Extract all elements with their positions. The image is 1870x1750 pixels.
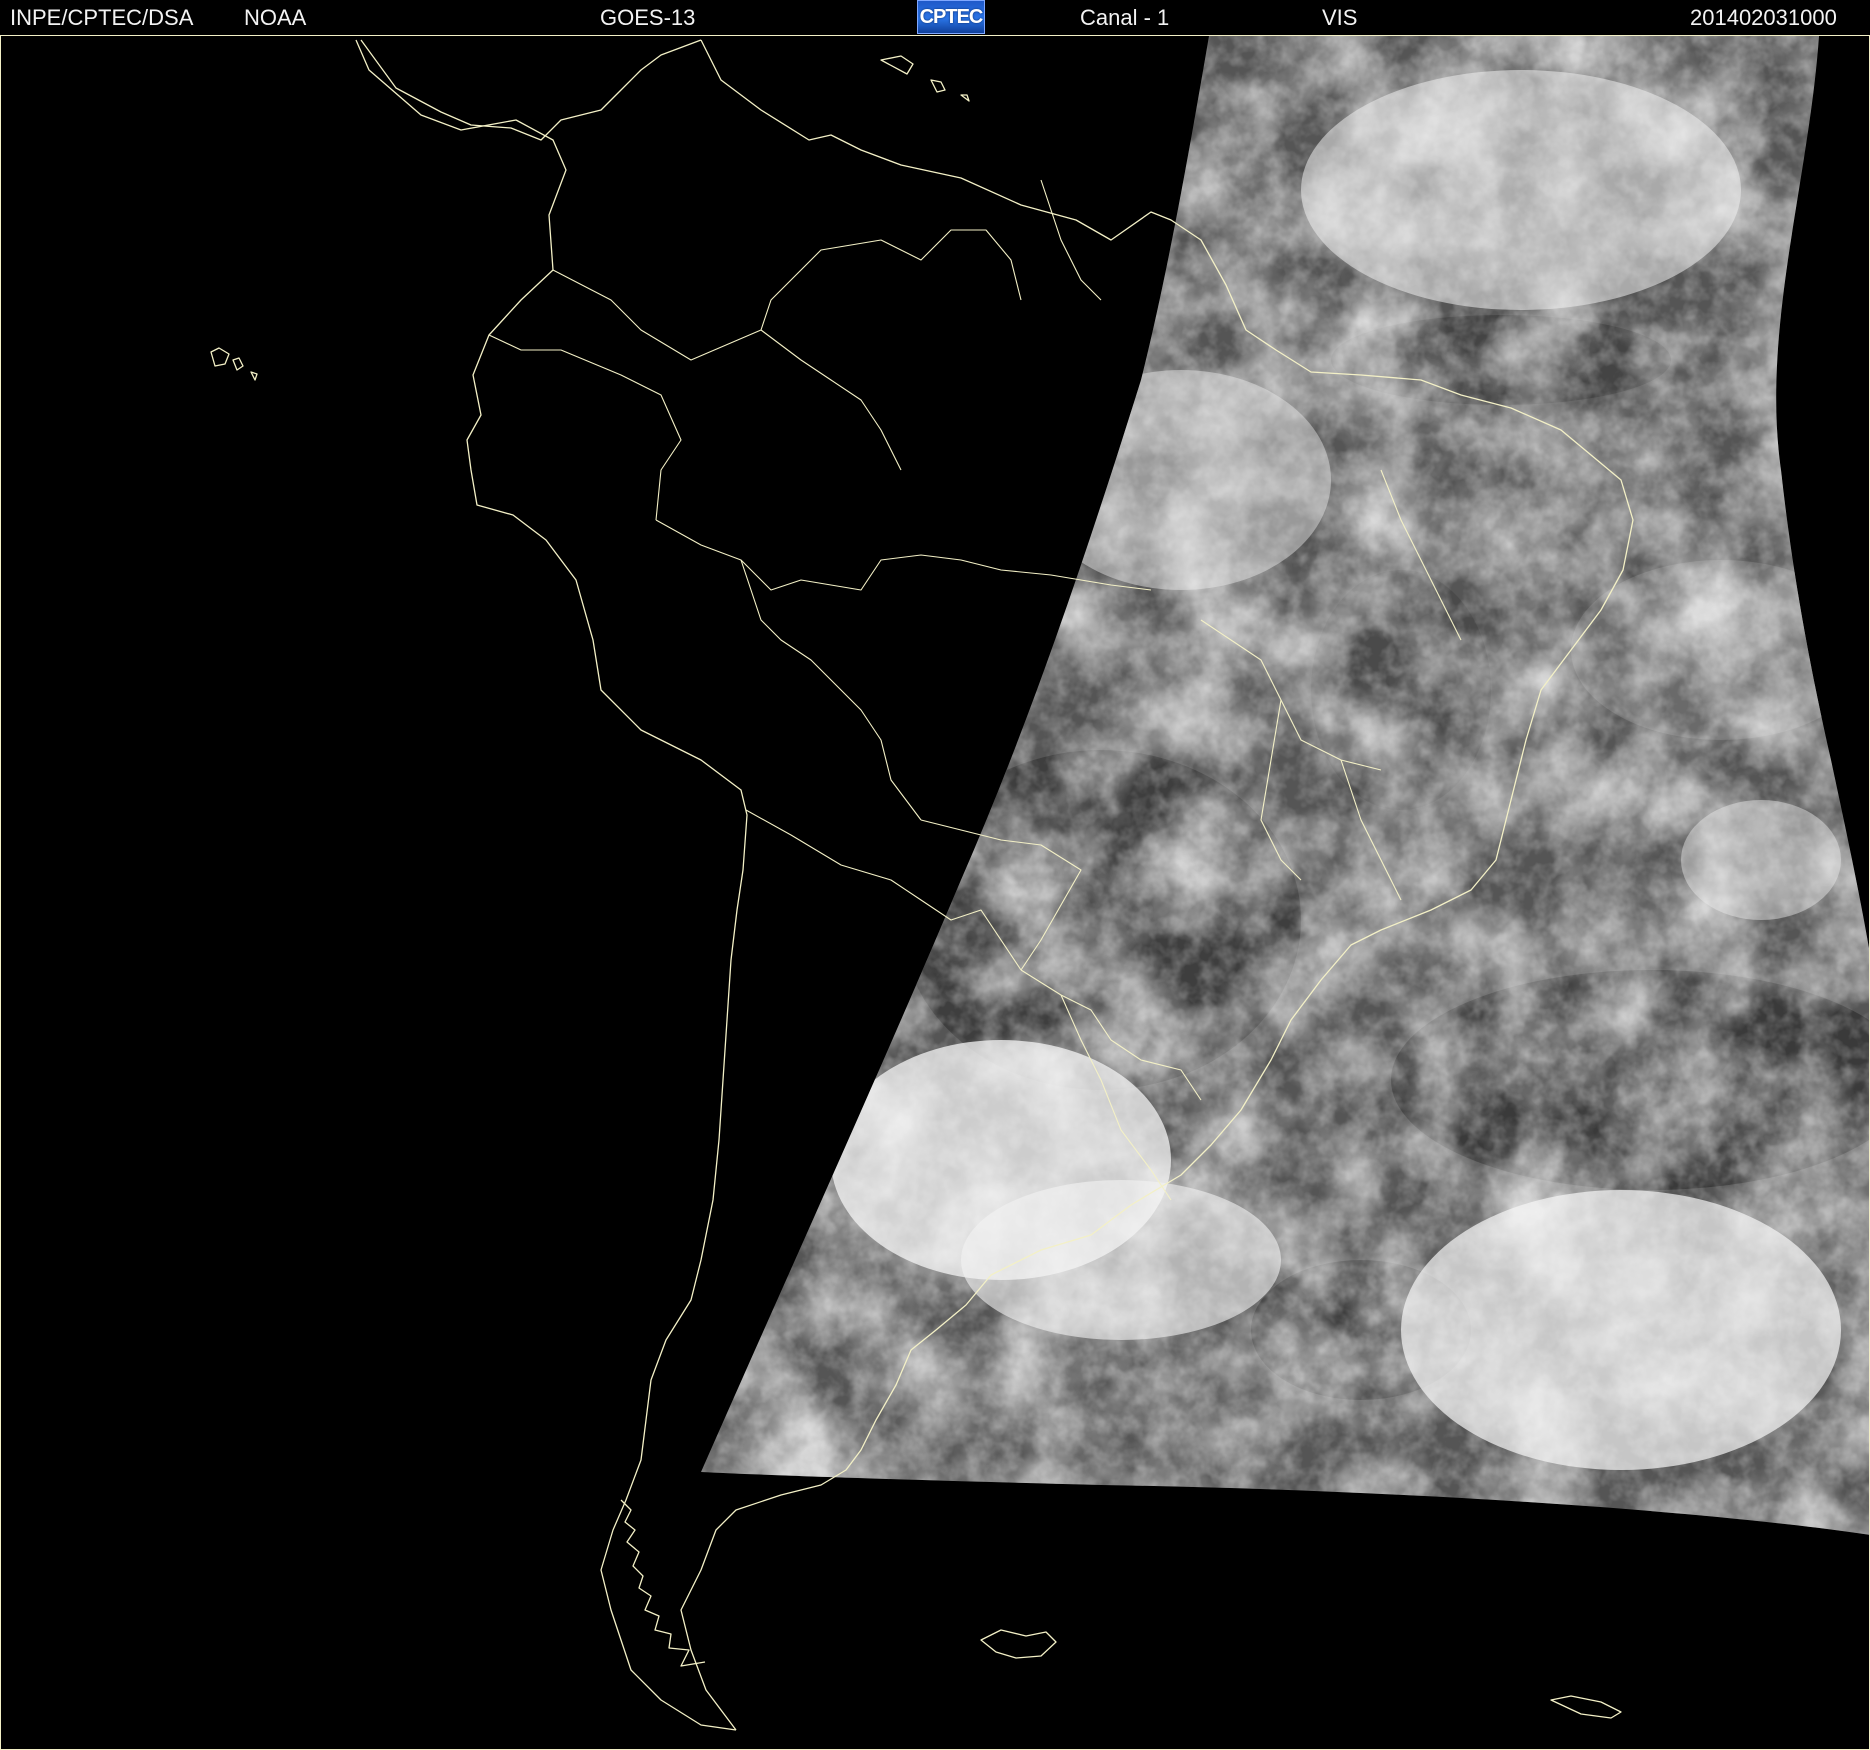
source-label: NOAA bbox=[244, 5, 307, 30]
cloud-cell-east bbox=[1681, 800, 1841, 920]
satellite-map bbox=[0, 36, 1870, 1750]
image-header-bar: INPE/CPTEC/DSA NOAA GOES-13 CPTEC Canal … bbox=[0, 0, 1870, 36]
band-label: VIS bbox=[1322, 5, 1358, 30]
cloud-mass-southeast bbox=[1401, 1190, 1841, 1470]
channel-label: Canal - 1 bbox=[1080, 5, 1170, 30]
cptec-logo: CPTEC bbox=[917, 0, 985, 34]
cloud-mass-front bbox=[961, 1180, 1281, 1340]
agency-label: INPE/CPTEC/DSA bbox=[10, 5, 194, 30]
satellite-label: GOES-13 bbox=[600, 5, 696, 30]
cloud-mass-north bbox=[1301, 70, 1741, 310]
cptec-logo-text: CPTEC bbox=[919, 6, 984, 28]
timestamp-label: 201402031000 bbox=[1690, 5, 1837, 30]
satellite-map-svg bbox=[1, 36, 1869, 1749]
